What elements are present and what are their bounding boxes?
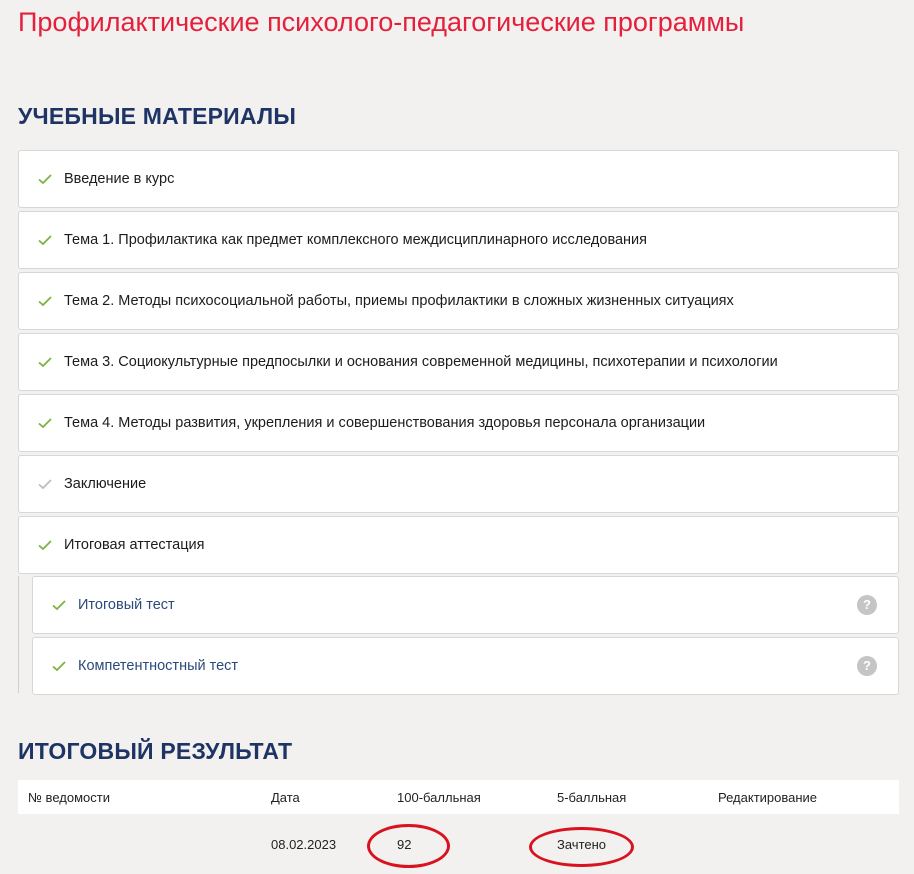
result-heading: ИТОГОВЫЙ РЕЗУЛЬТАТ (18, 738, 293, 764)
material-item-label: Тема 1. Профилактика как предмет комплек… (64, 231, 648, 248)
check-icon (51, 658, 67, 674)
check-icon (37, 171, 53, 187)
material-item-label: Тема 3. Социокультурные предпосылки и ос… (64, 353, 778, 370)
cell-date: 08.02.2023 (271, 837, 337, 852)
check-icon (37, 537, 53, 553)
check-icon (37, 232, 53, 248)
material-item-label: Итоговая аттестация (64, 536, 205, 553)
material-item-intro[interactable]: Введение в курс (18, 150, 899, 208)
material-item-label: Заключение (64, 475, 147, 492)
sub-item-label: Итоговый тест (78, 596, 175, 613)
material-item-conclusion[interactable]: Заключение (18, 455, 899, 513)
column-header-score-100: 100-балльная (397, 790, 481, 805)
check-icon (37, 293, 53, 309)
check-icon (37, 354, 53, 370)
materials-heading: УЧЕБНЫЕ МАТЕРИАЛЫ (18, 103, 297, 129)
sub-item-competency-test[interactable]: Компетентностный тест ? (32, 637, 899, 695)
highlight-oval-score-100 (367, 824, 450, 868)
result-table: № ведомости Дата 100-балльная 5-балльная… (18, 780, 899, 874)
material-item-topic-4[interactable]: Тема 4. Методы развития, укрепления и со… (18, 394, 899, 452)
material-item-label: Тема 2. Методы психосоциальной работы, п… (64, 292, 734, 309)
check-icon (51, 597, 67, 613)
column-header-date: Дата (271, 790, 300, 805)
column-header-edit: Редактирование (718, 790, 818, 805)
help-icon[interactable]: ? (857, 656, 877, 676)
sub-item-label: Компетентностный тест (78, 657, 239, 674)
sub-item-final-test[interactable]: Итоговый тест ? (32, 576, 899, 634)
material-item-label: Тема 4. Методы развития, укрепления и со… (64, 414, 706, 431)
check-icon (37, 415, 53, 431)
material-item-label: Введение в курс (64, 170, 175, 187)
material-item-topic-2[interactable]: Тема 2. Методы психосоциальной работы, п… (18, 272, 899, 330)
material-item-final-attestation[interactable]: Итоговая аттестация (18, 516, 899, 574)
column-header-score-5: 5-балльная (557, 790, 627, 805)
check-icon (37, 476, 53, 492)
help-icon[interactable]: ? (857, 595, 877, 615)
table-header: № ведомости Дата 100-балльная 5-балльная… (18, 780, 899, 814)
material-item-topic-3[interactable]: Тема 3. Социокультурные предпосылки и ос… (18, 333, 899, 391)
column-header-statement: № ведомости (28, 790, 110, 805)
material-item-topic-1[interactable]: Тема 1. Профилактика как предмет комплек… (18, 211, 899, 269)
sub-items-rail (18, 576, 19, 693)
page-title: Профилактические психолого-педагогически… (18, 7, 745, 37)
highlight-oval-score-5 (529, 827, 634, 867)
